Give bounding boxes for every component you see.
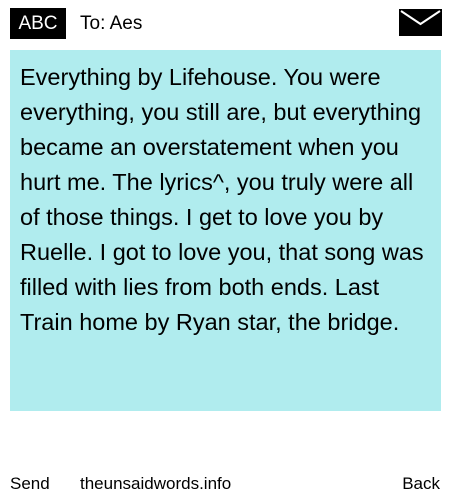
softkey-bar: Send theunsaidwords.info Back (0, 470, 450, 498)
message-text: Everything by Lifehouse. You were everyt… (20, 64, 424, 335)
input-mode-badge: ABC (10, 8, 66, 39)
recipient-label: To: Aes (80, 13, 143, 34)
site-label: theunsaidwords.info (80, 474, 232, 493)
envelope-icon (399, 9, 442, 36)
message-body: Everything by Lifehouse. You were everyt… (10, 50, 441, 411)
header-bar: ABC To: Aes (0, 0, 450, 46)
back-softkey[interactable]: Back (402, 470, 440, 498)
send-softkey[interactable]: Send (10, 470, 50, 498)
